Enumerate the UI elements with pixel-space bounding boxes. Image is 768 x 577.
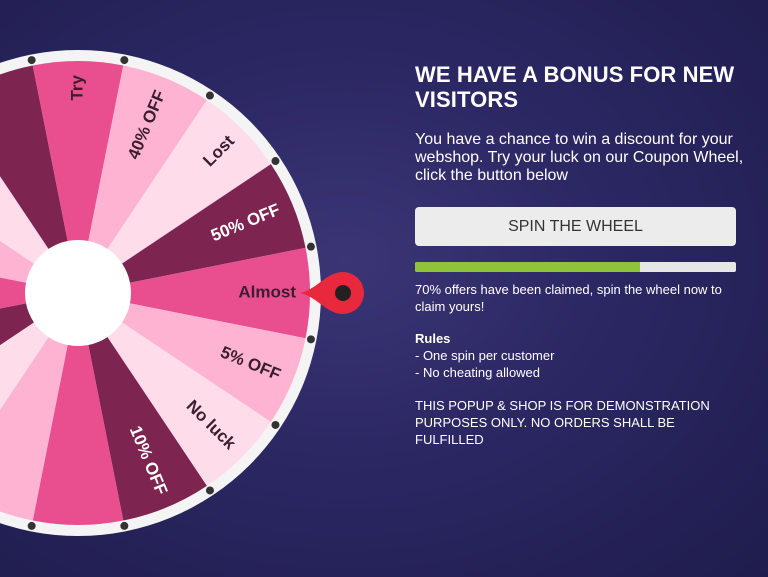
rim-dot bbox=[205, 91, 214, 100]
rim-dot bbox=[271, 157, 280, 166]
rule-item: - One spin per customer bbox=[415, 348, 555, 363]
rules-list: - One spin per customer - No cheating al… bbox=[415, 347, 745, 381]
rim-dot bbox=[120, 56, 129, 65]
claimed-text: 70% offers have been claimed, spin the w… bbox=[415, 282, 722, 314]
spin-wheel-button[interactable]: SPIN THE WHEEL bbox=[415, 207, 736, 246]
claimed-progress-fill bbox=[415, 262, 640, 272]
bonus-panel: WE HAVE A BONUS FOR NEW VISITORS You hav… bbox=[415, 62, 745, 448]
rim-dot bbox=[205, 486, 214, 495]
rim-dot bbox=[306, 335, 315, 344]
rim-dot bbox=[27, 56, 36, 65]
rim-dot bbox=[306, 242, 315, 251]
pointer-dot bbox=[335, 285, 351, 301]
demo-disclaimer: THIS POPUP & SHOP IS FOR DEMONSTRATION P… bbox=[415, 398, 710, 447]
popup-intro: You have a chance to win a discount for … bbox=[415, 131, 744, 184]
wheel-segment-label: Almost bbox=[238, 282, 296, 301]
rim-dot bbox=[27, 521, 36, 530]
rim-dot bbox=[120, 521, 129, 530]
wheel-segment-label: Try bbox=[67, 74, 86, 100]
claimed-progress-bar bbox=[415, 262, 736, 272]
wheel-center-hub bbox=[25, 240, 131, 346]
popup-title: WE HAVE A BONUS FOR NEW VISITORS bbox=[415, 62, 735, 112]
rules-title: Rules bbox=[415, 331, 451, 346]
rule-item: - No cheating allowed bbox=[415, 365, 541, 380]
rim-dot bbox=[271, 420, 280, 429]
